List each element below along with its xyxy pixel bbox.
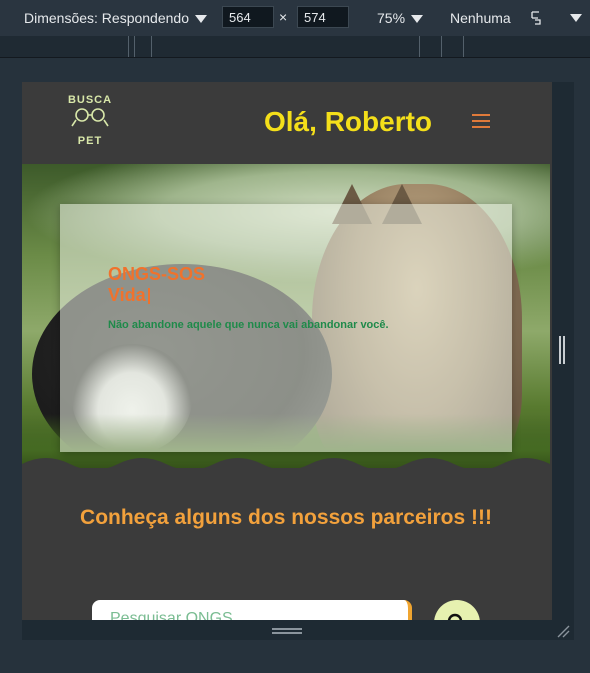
rotate-icon[interactable]	[530, 10, 542, 26]
zoom-select[interactable]: 75%	[377, 10, 424, 26]
devtools-toolbar: Dimensões: Respondendo 564 × 574 75% Nen…	[0, 0, 590, 37]
bottom-grip-icon[interactable]	[272, 628, 302, 630]
logo-bottom-text: PET	[77, 135, 103, 147]
hero-text: Não abandone aquele que nunca vai abando…	[108, 319, 389, 331]
hero-overlay-card: ONGS-SOS Vida Não abandone aquele que nu…	[60, 204, 512, 452]
hamburger-menu-icon[interactable]	[472, 114, 490, 128]
resize-handle-bottom[interactable]	[22, 620, 574, 640]
text-cursor	[147, 288, 150, 305]
dimensions-select[interactable]: Dimensões: Respondendo	[24, 10, 207, 26]
chevron-down-icon	[411, 15, 424, 24]
device-viewport: BUSCA PET Olá, Roberto ONGS-SOS Vida Não…	[22, 82, 574, 640]
chevron-down-icon	[195, 15, 207, 24]
resize-handle-right[interactable]	[552, 82, 574, 640]
more-options-icon[interactable]	[570, 14, 582, 22]
wave-divider	[22, 458, 550, 468]
paw-glasses-icon	[71, 108, 109, 127]
media-query-ruler	[0, 36, 590, 58]
corner-resize-icon[interactable]	[556, 624, 570, 638]
logo[interactable]: BUSCA PET	[62, 94, 118, 154]
hero-title: ONGS-SOS Vida	[108, 264, 206, 305]
throttle-value: Nenhuma	[450, 10, 511, 26]
hero-banner: ONGS-SOS Vida Não abandone aquele que nu…	[22, 164, 550, 468]
greeting: Olá, Roberto	[264, 106, 433, 137]
width-input[interactable]: 564	[222, 6, 274, 28]
times-symbol: ×	[279, 9, 288, 25]
page: BUSCA PET Olá, Roberto ONGS-SOS Vida Não…	[22, 82, 550, 640]
dimensions-label: Dimensões: Respondendo	[24, 10, 189, 26]
height-input[interactable]: 574	[297, 6, 349, 28]
partners-title: Conheça alguns dos nossos parceiros !!!	[80, 506, 492, 529]
side-grip-icon[interactable]	[559, 336, 561, 364]
zoom-value: 75%	[377, 10, 406, 26]
logo-top-text: BUSCA	[67, 94, 113, 106]
throttle-select[interactable]: Nenhuma	[450, 10, 511, 26]
